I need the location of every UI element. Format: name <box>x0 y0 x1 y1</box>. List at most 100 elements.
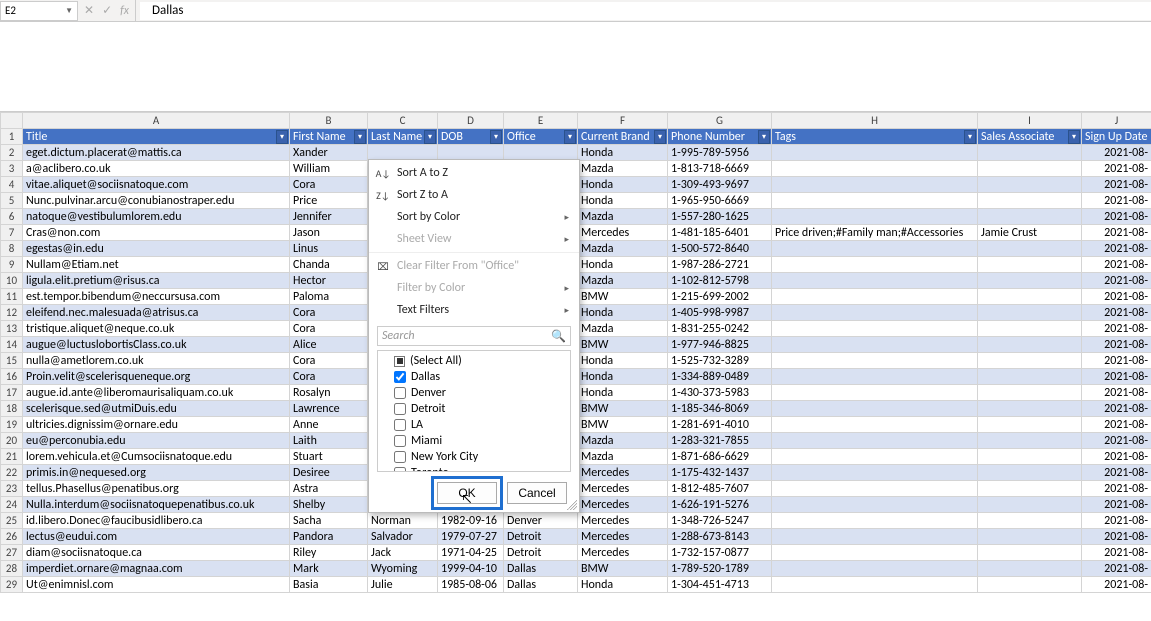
cell[interactable]: ligula.elit.pretium@risus.ca <box>23 273 290 289</box>
cell[interactable]: 2021-08- <box>1082 401 1151 417</box>
th-sign-up-date[interactable]: Sign Up Date <box>1082 129 1151 145</box>
cell[interactable]: Julie <box>368 577 438 593</box>
filter-dropdown-dob[interactable]: ▾ <box>490 130 502 144</box>
row-header[interactable]: 15 <box>1 353 23 369</box>
cell[interactable] <box>772 529 978 545</box>
cell[interactable]: 2021-08- <box>1082 417 1151 433</box>
cell[interactable]: 1-813-718-6669 <box>668 161 772 177</box>
cell[interactable]: 2021-08- <box>1082 305 1151 321</box>
cell[interactable]: 2021-08- <box>1082 161 1151 177</box>
col-header-E[interactable]: E <box>504 113 578 129</box>
row-header[interactable]: 3 <box>1 161 23 177</box>
col-header-C[interactable]: C <box>368 113 438 129</box>
checkbox-mixed-icon[interactable] <box>394 356 405 367</box>
cell[interactable] <box>978 241 1082 257</box>
filter-dropdown-first-name[interactable]: ▾ <box>354 130 366 144</box>
th-title[interactable]: Title▾ <box>23 129 290 145</box>
cell[interactable] <box>978 337 1082 353</box>
cell[interactable] <box>772 161 978 177</box>
row-header[interactable]: 2 <box>1 145 23 161</box>
cell[interactable] <box>772 257 978 273</box>
cell[interactable]: Mazda <box>578 209 668 225</box>
cell[interactable] <box>772 497 978 513</box>
cell[interactable]: Basia <box>290 577 368 593</box>
cell[interactable]: Mark <box>290 561 368 577</box>
cell[interactable]: 1-405-998-9987 <box>668 305 772 321</box>
cell[interactable]: Mazda <box>578 161 668 177</box>
resize-grip-icon[interactable] <box>567 500 577 510</box>
cell[interactable] <box>978 369 1082 385</box>
cell[interactable]: Paloma <box>290 289 368 305</box>
cell[interactable] <box>978 577 1082 593</box>
filter-option[interactable]: Dallas <box>382 369 566 385</box>
cell[interactable] <box>978 433 1082 449</box>
cell[interactable]: Ut@enimnisl.com <box>23 577 290 593</box>
cell[interactable]: Lawrence <box>290 401 368 417</box>
cell[interactable]: 1-995-789-5956 <box>668 145 772 161</box>
cell[interactable]: 2021-08- <box>1082 369 1151 385</box>
th-phone-number[interactable]: Phone Number▾ <box>668 129 772 145</box>
cell[interactable]: Honda <box>578 177 668 193</box>
cell[interactable]: Mercedes <box>578 513 668 529</box>
cell[interactable]: 2021-08- <box>1082 497 1151 513</box>
cell[interactable]: Mazda <box>578 273 668 289</box>
cell[interactable]: Dallas <box>504 577 578 593</box>
cell[interactable]: lectus@eudui.com <box>23 529 290 545</box>
cell[interactable]: Nulla.interdum@sociisnatoquepenatibus.co… <box>23 497 290 513</box>
cell[interactable] <box>978 465 1082 481</box>
cell[interactable]: Wyoming <box>368 561 438 577</box>
cell[interactable]: Riley <box>290 545 368 561</box>
cell[interactable]: Sacha <box>290 513 368 529</box>
cell[interactable]: Mercedes <box>578 497 668 513</box>
col-header-J[interactable]: J <box>1082 113 1151 129</box>
col-header-G[interactable]: G <box>668 113 772 129</box>
cell[interactable]: Dallas <box>504 561 578 577</box>
cell[interactable]: Detroit <box>504 529 578 545</box>
cell[interactable]: 1971-04-25 <box>438 545 504 561</box>
row-header[interactable]: 9 <box>1 257 23 273</box>
cell[interactable]: Cora <box>290 305 368 321</box>
row-header[interactable]: 20 <box>1 433 23 449</box>
cell[interactable] <box>978 401 1082 417</box>
cell[interactable] <box>978 513 1082 529</box>
cell[interactable]: Stuart <box>290 449 368 465</box>
cell[interactable]: lorem.vehicula.et@Cumsociisnatoque.edu <box>23 449 290 465</box>
col-header-H[interactable]: H <box>772 113 978 129</box>
cell[interactable]: tristique.aliquet@neque.co.uk <box>23 321 290 337</box>
cell[interactable]: tellus.Phasellus@penatibus.org <box>23 481 290 497</box>
cell[interactable]: 1982-09-16 <box>438 513 504 529</box>
text-filters[interactable]: Text Filters ▸ <box>369 299 579 321</box>
cell[interactable]: Astra <box>290 481 368 497</box>
cell[interactable]: 1999-04-10 <box>438 561 504 577</box>
cell[interactable]: 2021-08- <box>1082 225 1151 241</box>
cell[interactable] <box>978 561 1082 577</box>
cell[interactable] <box>978 305 1082 321</box>
cell[interactable] <box>772 321 978 337</box>
cell[interactable]: 2021-08- <box>1082 321 1151 337</box>
cell[interactable]: id.libero.Donec@faucibusidlibero.ca <box>23 513 290 529</box>
cell[interactable]: BMW <box>578 401 668 417</box>
filter-option-select-all[interactable]: (Select All) <box>382 353 566 369</box>
cell[interactable]: 1-430-373-5983 <box>668 385 772 401</box>
th-sales-associate[interactable]: Sales Associate▾ <box>978 129 1082 145</box>
checkbox[interactable] <box>394 467 406 472</box>
cell[interactable]: Jason <box>290 225 368 241</box>
cell[interactable]: 1985-08-06 <box>438 577 504 593</box>
cell[interactable] <box>978 449 1082 465</box>
cell[interactable]: eleifend.nec.malesuada@atrisus.ca <box>23 305 290 321</box>
cell[interactable]: Jamie Crust <box>978 225 1082 241</box>
cell[interactable]: 2021-08- <box>1082 465 1151 481</box>
cell[interactable]: 1-288-673-8143 <box>668 529 772 545</box>
row-header[interactable]: 23 <box>1 481 23 497</box>
cell[interactable]: Mercedes <box>578 545 668 561</box>
filter-dropdown-title[interactable]: ▾ <box>276 130 288 144</box>
cell[interactable]: Cras@non.com <box>23 225 290 241</box>
cancel-entry-icon[interactable]: ✕ <box>84 3 94 18</box>
cell[interactable]: Mercedes <box>578 529 668 545</box>
cell[interactable]: Chanda <box>290 257 368 273</box>
row-header[interactable]: 5 <box>1 193 23 209</box>
cell[interactable] <box>978 209 1082 225</box>
fx-icon[interactable]: fx <box>120 4 129 18</box>
filter-search-input[interactable]: Search 🔍 <box>377 326 571 346</box>
cell[interactable]: 1-977-946-8825 <box>668 337 772 353</box>
